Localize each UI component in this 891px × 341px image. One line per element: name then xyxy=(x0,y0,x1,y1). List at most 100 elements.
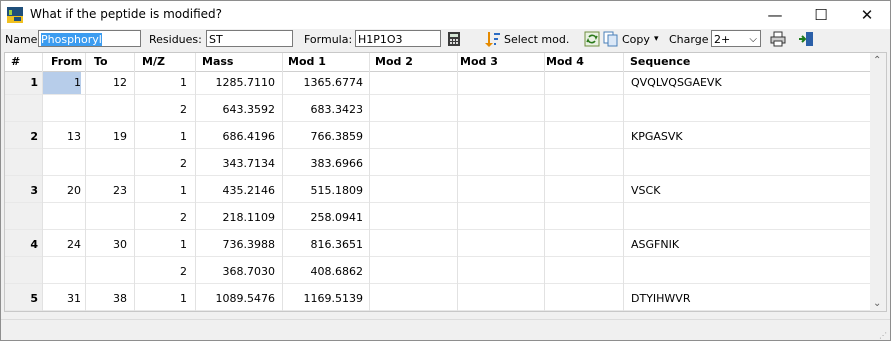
cell-to[interactable]: 19 xyxy=(86,126,127,148)
cell-mod1[interactable]: 766.3859 xyxy=(283,126,364,148)
cell-mod1[interactable]: 515.1809 xyxy=(283,180,364,202)
cell-mass[interactable]: 1285.7110 xyxy=(196,72,276,94)
cell-num[interactable]: 3 xyxy=(5,180,38,202)
exit-icon[interactable] xyxy=(798,31,814,47)
cell-from[interactable]: 1 xyxy=(43,72,81,94)
cell-to[interactable] xyxy=(86,207,127,229)
select-mod-button[interactable]: Select mod. xyxy=(504,29,569,50)
refresh-icon[interactable] xyxy=(584,31,600,47)
cell-mod1[interactable]: 816.3651 xyxy=(283,234,364,256)
cell-mod1[interactable]: 408.6862 xyxy=(283,261,364,283)
header-from[interactable]: From xyxy=(51,53,82,71)
table-row[interactable]: 3 20 23 1 435.2146 515.1809 VSCK xyxy=(5,180,872,203)
header-index[interactable]: # xyxy=(11,53,20,71)
scroll-down-icon[interactable]: ⌄ xyxy=(873,298,881,309)
cell-from[interactable] xyxy=(43,207,81,229)
cell-from[interactable]: 24 xyxy=(43,234,81,256)
cell-mz[interactable]: 1 xyxy=(135,180,187,202)
cell-mz[interactable]: 2 xyxy=(135,99,187,121)
close-button[interactable]: ✕ xyxy=(844,1,890,29)
cell-mass[interactable]: 736.3988 xyxy=(196,234,276,256)
cell-to[interactable]: 23 xyxy=(86,180,127,202)
cell-num[interactable] xyxy=(5,153,38,175)
print-icon[interactable] xyxy=(770,31,786,47)
cell-seq[interactable] xyxy=(631,207,861,229)
vertical-scrollbar[interactable]: ⌃ ⌄ xyxy=(870,53,886,311)
cell-seq[interactable]: DTYIHWVR xyxy=(631,288,861,310)
minimize-button[interactable]: — xyxy=(752,1,798,29)
calculator-icon[interactable] xyxy=(446,31,462,47)
cell-from[interactable]: 20 xyxy=(43,180,81,202)
cell-mod1[interactable]: 1169.5139 xyxy=(283,288,364,310)
cell-mass[interactable]: 1089.5476 xyxy=(196,288,276,310)
cell-mass[interactable]: 686.4196 xyxy=(196,126,276,148)
copy-dropdown-arrow-icon[interactable]: ▾ xyxy=(654,29,659,50)
header-mz[interactable]: M/Z xyxy=(142,53,165,71)
cell-seq[interactable]: QVQLVQSGAEVK xyxy=(631,72,861,94)
cell-from[interactable] xyxy=(43,99,81,121)
cell-from[interactable]: 31 xyxy=(43,288,81,310)
cell-from[interactable] xyxy=(43,261,81,283)
cell-mod1[interactable]: 258.0941 xyxy=(283,207,364,229)
cell-seq[interactable] xyxy=(631,261,861,283)
cell-mz[interactable]: 1 xyxy=(135,72,187,94)
cell-to[interactable]: 30 xyxy=(86,234,127,256)
cell-mz[interactable]: 2 xyxy=(135,153,187,175)
header-sequence[interactable]: Sequence xyxy=(630,53,690,71)
header-to[interactable]: To xyxy=(94,53,108,71)
cell-from[interactable] xyxy=(43,153,81,175)
cell-mass[interactable]: 343.7134 xyxy=(196,153,276,175)
header-mod3[interactable]: Mod 3 xyxy=(460,53,498,71)
cell-to[interactable]: 12 xyxy=(86,72,127,94)
cell-mass[interactable]: 218.1109 xyxy=(196,207,276,229)
header-mod4[interactable]: Mod 4 xyxy=(546,53,584,71)
cell-to[interactable] xyxy=(86,261,127,283)
table-row[interactable]: 5 31 38 1 1089.5476 1169.5139 DTYIHWVR xyxy=(5,288,872,311)
cell-from[interactable]: 13 xyxy=(43,126,81,148)
cell-to[interactable]: 38 xyxy=(86,288,127,310)
table-row[interactable]: 2 643.3592 683.3423 xyxy=(5,99,872,122)
resize-grip-icon[interactable]: ⋰ xyxy=(879,331,887,340)
cell-mod1[interactable]: 683.3423 xyxy=(283,99,364,121)
cell-mz[interactable]: 1 xyxy=(135,288,187,310)
cell-num[interactable]: 2 xyxy=(5,126,38,148)
cell-mz[interactable]: 2 xyxy=(135,207,187,229)
formula-input[interactable]: H1P1O3 xyxy=(355,30,441,47)
select-mod-icon[interactable] xyxy=(484,31,500,47)
header-mass[interactable]: Mass xyxy=(202,53,233,71)
cell-mass[interactable]: 435.2146 xyxy=(196,180,276,202)
residues-input[interactable]: ST xyxy=(206,30,293,47)
cell-mz[interactable]: 2 xyxy=(135,261,187,283)
cell-seq[interactable]: ASGFNIK xyxy=(631,234,861,256)
cell-seq[interactable]: VSCK xyxy=(631,180,861,202)
cell-mz[interactable]: 1 xyxy=(135,234,187,256)
table-row[interactable]: 2 218.1109 258.0941 xyxy=(5,207,872,230)
cell-seq[interactable]: KPGASVK xyxy=(631,126,861,148)
cell-mz[interactable]: 1 xyxy=(135,126,187,148)
cell-num[interactable]: 5 xyxy=(5,288,38,310)
cell-mod1[interactable]: 1365.6774 xyxy=(283,72,364,94)
table-row[interactable]: 1 1 12 1 1285.7110 1365.6774 QVQLVQSGAEVK xyxy=(5,72,872,95)
maximize-button[interactable]: ☐ xyxy=(798,1,844,29)
cell-to[interactable] xyxy=(86,99,127,121)
header-mod1[interactable]: Mod 1 xyxy=(288,53,326,71)
cell-seq[interactable] xyxy=(631,99,861,121)
name-input[interactable]: Phosphoryl xyxy=(38,30,141,47)
cell-num[interactable] xyxy=(5,261,38,283)
cell-mod1[interactable]: 383.6966 xyxy=(283,153,364,175)
header-mod2[interactable]: Mod 2 xyxy=(375,53,413,71)
cell-mass[interactable]: 643.3592 xyxy=(196,99,276,121)
copy-icon[interactable] xyxy=(603,31,619,47)
table-row[interactable]: 2 343.7134 383.6966 xyxy=(5,153,872,176)
cell-to[interactable] xyxy=(86,153,127,175)
cell-mass[interactable]: 368.7030 xyxy=(196,261,276,283)
table-row[interactable]: 2 13 19 1 686.4196 766.3859 KPGASVK xyxy=(5,126,872,149)
cell-num[interactable]: 1 xyxy=(5,72,38,94)
copy-button[interactable]: Copy xyxy=(622,29,650,50)
charge-select[interactable]: 2+ ⌵ xyxy=(711,30,761,47)
scroll-up-icon[interactable]: ⌃ xyxy=(873,55,881,66)
table-row[interactable]: 2 368.7030 408.6862 xyxy=(5,261,872,284)
table-row[interactable]: 4 24 30 1 736.3988 816.3651 ASGFNIK xyxy=(5,234,872,257)
cell-seq[interactable] xyxy=(631,153,861,175)
cell-num[interactable] xyxy=(5,207,38,229)
